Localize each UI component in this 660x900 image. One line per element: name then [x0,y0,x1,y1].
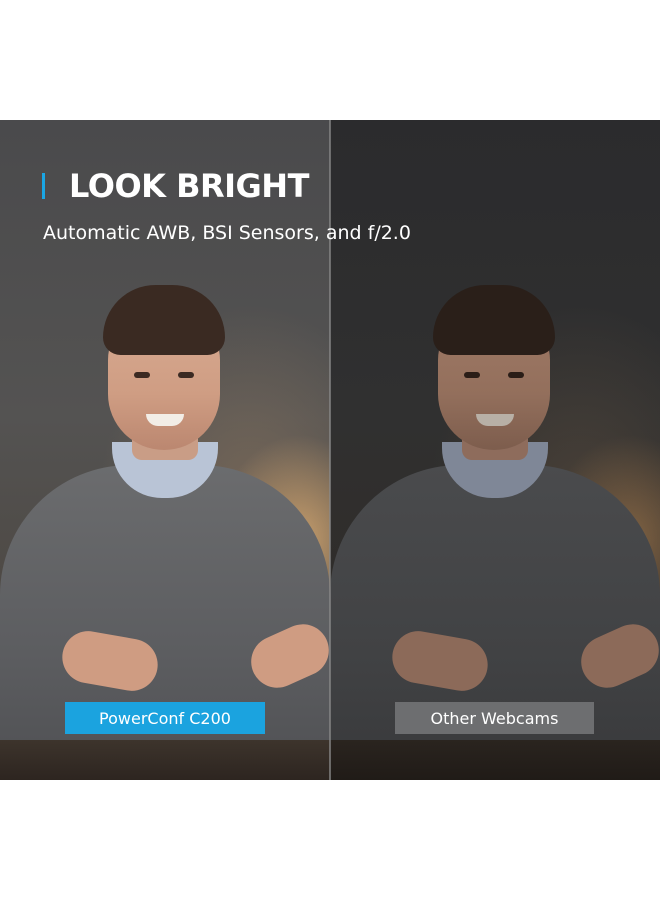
right-eye [178,372,194,378]
headline-subtitle: Automatic AWB, BSI Sensors, and f/2.0 [43,222,411,244]
left-eye [464,372,480,378]
right-eye [508,372,524,378]
split-divider [329,120,331,780]
left-eye [134,372,150,378]
person-dim [330,120,660,780]
headline-title: LOOK BRIGHT [69,167,309,205]
smile [476,414,514,426]
powerconf-label: PowerConf C200 [65,702,265,734]
desk [0,740,330,780]
headline: LOOK BRIGHT [42,166,309,206]
hair [103,285,225,355]
accent-bar [42,173,45,199]
smile [146,414,184,426]
desk [330,740,660,780]
product-comparison-banner: LOOK BRIGHT Automatic AWB, BSI Sensors, … [0,0,660,900]
dim-camera-photo [330,120,660,780]
comparison-photo [0,120,660,780]
other-webcams-label: Other Webcams [395,702,594,734]
bright-camera-photo [0,120,330,780]
hair [433,285,555,355]
person-bright [0,120,330,780]
